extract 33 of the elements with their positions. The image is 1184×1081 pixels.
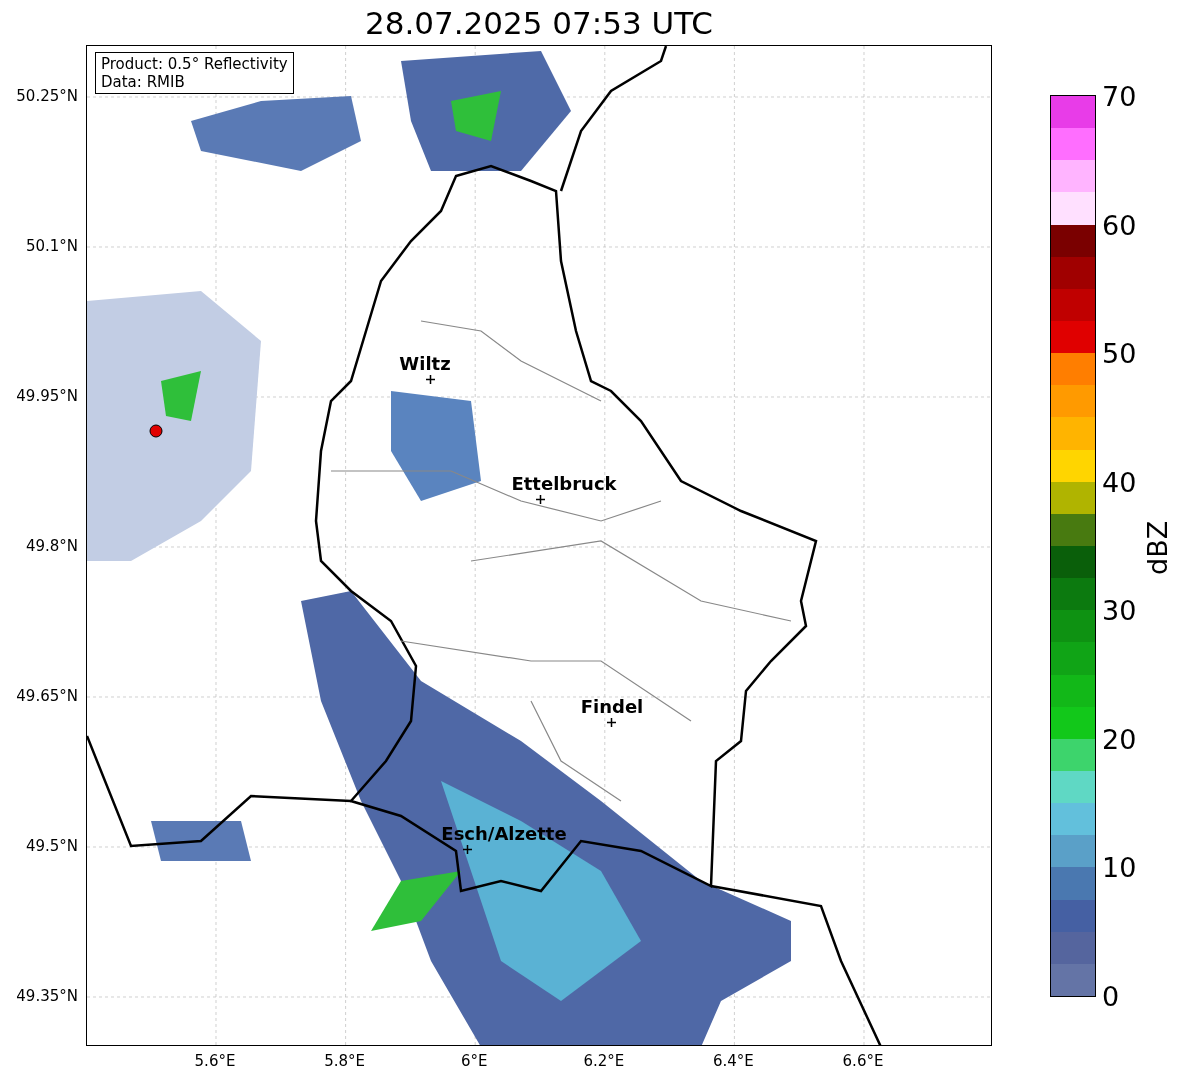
city-label: Findel (580, 695, 644, 717)
x-tick-label: 5.6°E (194, 1052, 236, 1070)
plus-marker-icon (425, 374, 435, 384)
plus-marker-icon (606, 717, 616, 727)
x-tick-label: 6.2°E (583, 1052, 625, 1070)
y-tick-label: 49.95°N (16, 387, 78, 405)
colorbar-tick-label: 20 (1102, 725, 1137, 753)
y-tick-label: 49.8°N (25, 537, 78, 555)
y-tick-label: 50.1°N (25, 237, 78, 255)
info-text: Product: 0.5° Reflectivity (101, 55, 288, 73)
y-tick-label: 50.25°N (16, 87, 78, 105)
y-tick-label: 49.35°N (16, 987, 78, 1005)
colorbar-tick-label: 0 (1102, 982, 1120, 1010)
plus-marker-icon (462, 844, 472, 854)
info-text: Data: RMIB (101, 73, 186, 91)
plus-marker-icon (535, 494, 545, 504)
y-tick-label: 49.65°N (16, 687, 78, 705)
x-tick-label: 6.6°E (842, 1052, 884, 1070)
colorbar-tick-label: 10 (1102, 853, 1137, 881)
colorbar-tick-label: 60 (1102, 211, 1137, 239)
x-tick-label: 6°E (460, 1052, 488, 1070)
colorbar-tick-label: 70 (1102, 82, 1137, 110)
colorbar-tick-label: 50 (1102, 339, 1137, 367)
city-label: Ettelbruck (511, 472, 617, 494)
city-label: Wiltz (399, 352, 451, 374)
colorbar-tick-label: 40 (1102, 468, 1137, 496)
x-tick-label: 5.8°E (324, 1052, 365, 1070)
chart-title: 28.07.2025 07:53 UTC (365, 4, 713, 41)
colorbar-label: dBZ (1142, 520, 1173, 575)
y-tick-label: 49.5°N (25, 837, 78, 855)
colorbar-tick-label: 30 (1102, 596, 1137, 624)
x-tick-label: 6.4°E (712, 1052, 754, 1070)
city-label: Esch/Alzette (441, 822, 567, 844)
